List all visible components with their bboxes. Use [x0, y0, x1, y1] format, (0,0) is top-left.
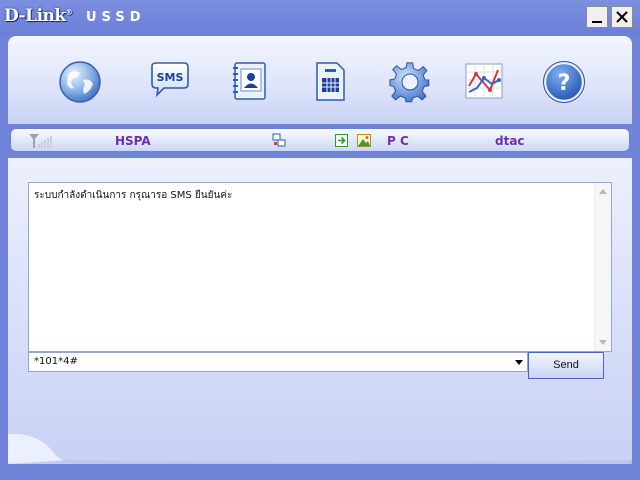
svg-text:?: ? — [558, 71, 571, 96]
ussd-window: D-Link® USSD SMS ? HSPA P C dtac ระบบกำล… — [0, 0, 640, 480]
window-title: USSD — [86, 10, 146, 25]
send-button[interactable]: Send — [528, 352, 604, 379]
sync-arrow-icon — [335, 134, 348, 147]
sms-button[interactable]: SMS — [148, 60, 192, 104]
help-button[interactable]: ? — [542, 60, 586, 104]
toolbar: SMS ? — [8, 36, 632, 124]
sms-bubble-icon: SMS — [151, 62, 189, 98]
title-bar[interactable]: D-Link® USSD — [0, 0, 640, 36]
status-bar: HSPA P C dtac — [10, 128, 630, 152]
ussd-code-combobox[interactable]: *101*4# — [28, 352, 528, 372]
dlink-logo: D-Link® — [4, 6, 73, 26]
ussd-response-box[interactable]: ระบบกำลังดำเนินการ กรุณารอ SMS ยืนยันค่ะ — [28, 182, 612, 352]
phonebook-icon — [233, 62, 266, 100]
sim-button[interactable] — [308, 60, 352, 104]
ussd-code-value: *101*4# — [34, 356, 78, 367]
close-button[interactable] — [611, 6, 633, 28]
minimize-button[interactable] — [586, 6, 608, 28]
statistics-button[interactable] — [462, 60, 506, 104]
internet-button[interactable] — [58, 60, 102, 104]
operator-label: dtac — [495, 134, 525, 148]
signal-strength-icon — [29, 134, 52, 148]
image-icon — [357, 134, 371, 147]
gear-icon — [389, 62, 430, 103]
chart-icon — [465, 63, 503, 99]
close-icon — [616, 11, 628, 23]
decorative-swoosh — [8, 433, 632, 464]
vertical-scrollbar[interactable] — [594, 183, 611, 351]
ussd-response-text: ระบบกำลังดำเนินการ กรุณารอ SMS ยืนยันค่ะ — [34, 190, 233, 201]
connection-mode-label: P C — [387, 134, 409, 148]
dropdown-arrow-icon[interactable] — [515, 360, 523, 365]
scroll-up-icon[interactable] — [599, 189, 607, 194]
settings-button[interactable] — [388, 60, 432, 104]
network-type-label: HSPA — [115, 134, 151, 148]
svg-text:SMS: SMS — [157, 71, 184, 84]
globe-icon — [59, 61, 101, 103]
scroll-down-icon[interactable] — [599, 340, 607, 345]
contacts-button[interactable] — [228, 60, 272, 104]
sim-card-icon — [316, 62, 345, 101]
network-connection-icon — [272, 133, 286, 147]
help-icon: ? — [543, 61, 585, 103]
